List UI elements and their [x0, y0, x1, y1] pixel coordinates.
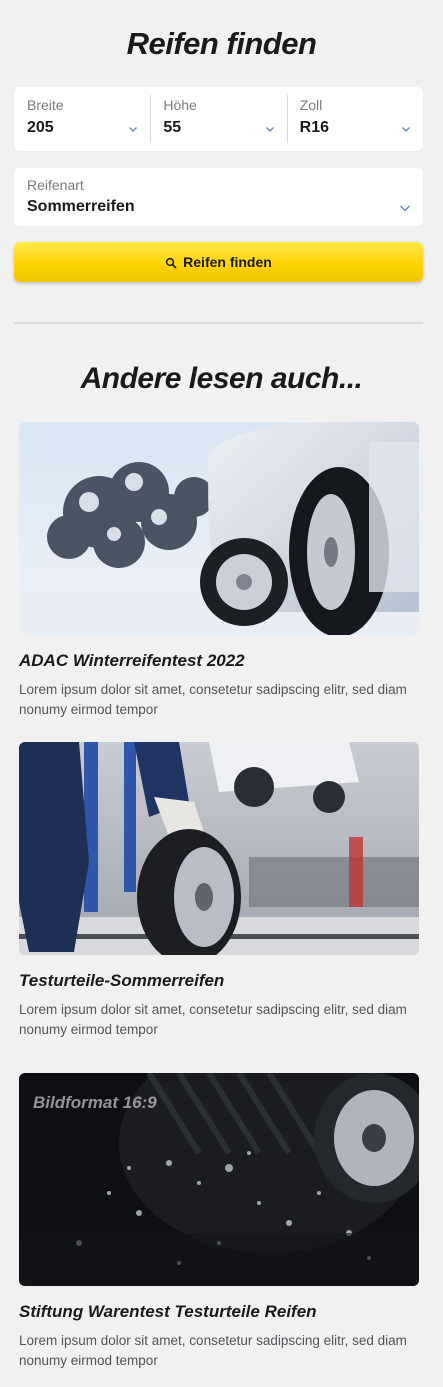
- article-card[interactable]: ADAC Winterreifentest 2022 Lorem ipsum d…: [19, 422, 419, 720]
- article-title[interactable]: ADAC Winterreifentest 2022: [19, 651, 419, 671]
- rim-select[interactable]: Zoll R16: [286, 87, 423, 151]
- article-image-winter[interactable]: [19, 422, 419, 635]
- article-title[interactable]: Stiftung Warentest Testurteile Reifen: [19, 1302, 419, 1322]
- article-title[interactable]: Testurteile-Sommerreifen: [19, 971, 419, 991]
- height-select[interactable]: Höhe 55: [150, 87, 286, 151]
- chevron-down-icon: [399, 203, 410, 213]
- tire-type-value: Sommerreifen: [27, 198, 135, 215]
- article-card[interactable]: Testurteile-Sommerreifen Lorem ipsum dol…: [19, 742, 419, 1040]
- chevron-down-icon: [265, 124, 275, 134]
- page-title: Reifen finden: [126, 26, 317, 61]
- article-teaser: Lorem ipsum dolor sit amet, consetetur s…: [19, 682, 407, 717]
- image-format-overlay: Bildformat 16:9: [33, 1093, 157, 1112]
- tire-type-select[interactable]: Reifenart Sommerreifen: [14, 168, 423, 226]
- tire-type-label: Reifenart: [27, 177, 84, 193]
- article-teaser: Lorem ipsum dolor sit amet, consetetur s…: [19, 1333, 407, 1368]
- width-select[interactable]: Breite 205: [14, 87, 150, 151]
- find-tires-button-label: Reifen finden: [183, 254, 272, 270]
- chevron-down-icon: [128, 124, 138, 134]
- height-label: Höhe: [163, 97, 197, 113]
- chevron-down-icon: [401, 124, 411, 134]
- search-icon: [165, 256, 177, 269]
- find-tires-button[interactable]: Reifen finden: [14, 242, 423, 282]
- related-section-title: Andere lesen auch...: [80, 362, 363, 395]
- width-label: Breite: [27, 97, 64, 113]
- article-image-workshop[interactable]: [19, 742, 419, 955]
- divider: [14, 322, 423, 324]
- rim-label: Zoll: [299, 97, 323, 113]
- article-card[interactable]: Bildformat 16:9 Stiftung Warentest Testu…: [19, 1073, 419, 1371]
- article-teaser: Lorem ipsum dolor sit amet, consetetur s…: [19, 1002, 407, 1037]
- tire-size-selector: Breite 205 Höhe 55 Zoll R16: [14, 87, 423, 151]
- article-image-rain[interactable]: Bildformat 16:9: [19, 1073, 419, 1286]
